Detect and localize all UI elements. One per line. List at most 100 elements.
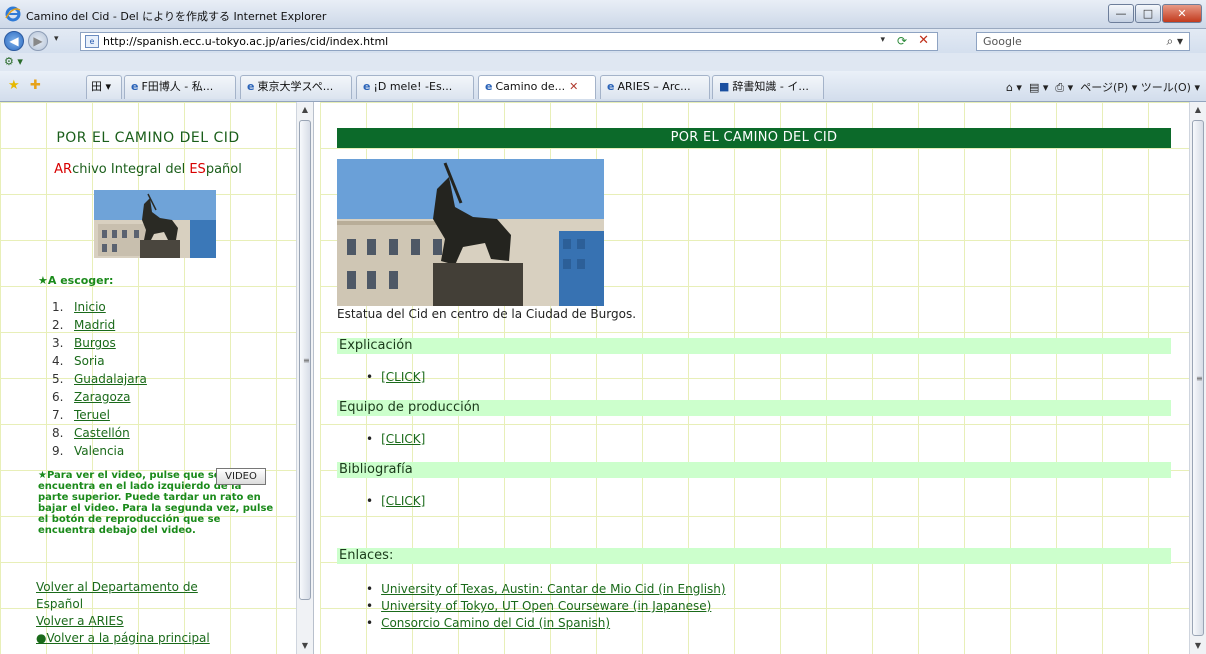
scroll-down-arrow-icon[interactable]: ▼ <box>1190 638 1206 654</box>
address-toolbar: ◀ ▶ ▾ e http://spanish.ecc.u-tokyo.ac.jp… <box>0 29 1206 53</box>
internet-explorer-icon <box>5 6 21 22</box>
link-consorcio[interactable]: Consorcio Camino del Cid (in Spanish) <box>381 616 610 630</box>
video-button[interactable]: VIDEO <box>216 468 266 485</box>
tab-dmele[interactable]: e ¡D mele! -Es... <box>356 75 474 99</box>
home-page-link[interactable]: ●Volver a la página principal <box>36 630 210 647</box>
history-dropdown-icon[interactable]: ▾ <box>54 34 59 44</box>
address-dropdown-icon[interactable]: ▾ <box>880 35 885 45</box>
home-icon[interactable]: ⌂ ▾ <box>1006 81 1022 94</box>
window-title: Camino del Cid - Del によりを作成する Internet E… <box>26 10 327 23</box>
ie-tab-icon: e <box>131 80 139 93</box>
tab-close-icon[interactable]: ✕ <box>569 80 578 93</box>
link-texas[interactable]: University of Texas, Austin: Cantar de M… <box>381 582 726 596</box>
explicacion-click-link[interactable]: [CLICK] <box>381 370 425 384</box>
link-tokyo[interactable]: University of Tokyo, UT Open Courseware … <box>381 599 711 613</box>
page-tools-menu[interactable]: ページ(P) ▾ ツール(O) ▾ <box>1080 81 1200 94</box>
add-favorites-icon[interactable]: ✚ <box>30 78 41 93</box>
back-button[interactable]: ◀ <box>4 31 24 51</box>
dept-link[interactable]: Volver al Departamento de <box>36 579 210 596</box>
equipo-click-link[interactable]: [CLICK] <box>381 432 425 446</box>
scroll-grip-icon: ≡ <box>303 356 310 365</box>
scroll-up-arrow-icon[interactable]: ▲ <box>297 102 313 118</box>
tab-label: 東京大学スペ... <box>257 80 334 93</box>
menu-number: 3. <box>52 336 64 350</box>
menu-number: 7. <box>52 408 64 422</box>
command-bar[interactable]: ⌂ ▾ ▤ ▾ ⎙ ▾ ページ(P) ▾ ツール(O) ▾ <box>1006 79 1200 95</box>
menu-link-burgos[interactable]: Burgos <box>74 336 116 350</box>
address-bar[interactable]: e http://spanish.ecc.u-tokyo.ac.jp/aries… <box>80 32 938 51</box>
menu-number: 5. <box>52 372 64 386</box>
menu-item-castellon[interactable]: 8. Castellón <box>52 424 147 442</box>
bullet: • <box>366 494 374 508</box>
tab-label: F田博人 - 私... <box>141 80 214 93</box>
right-frame-scrollbar[interactable]: ▲ ≡ ▼ <box>1189 102 1206 654</box>
toolbar-extras-icon[interactable]: ⚙ ▾ <box>4 55 23 68</box>
menu-link-zaragoza[interactable]: Zaragoza <box>74 390 130 404</box>
tab-camino[interactable]: e Camino de... ✕ <box>478 75 596 99</box>
url-text[interactable]: http://spanish.ecc.u-tokyo.ac.jp/aries/c… <box>103 35 388 48</box>
menu-item-inicio[interactable]: 1. Inicio <box>52 298 147 316</box>
minimize-button[interactable]: — <box>1108 4 1134 23</box>
choose-label: ★A escoger: <box>38 274 114 287</box>
menu-item-teruel[interactable]: 7. Teruel <box>52 406 147 424</box>
menu-number: 1. <box>52 300 64 314</box>
search-input[interactable]: Google <box>983 35 1022 48</box>
tab-aries[interactable]: e ARIES – Arc... <box>600 75 710 99</box>
bibliografia-item: • [CLICK] <box>366 494 425 508</box>
scroll-thumb[interactable]: ≡ <box>1192 120 1204 636</box>
forward-button[interactable]: ▶ <box>28 31 48 51</box>
menu-item-soria: 4. Soria <box>52 352 147 370</box>
section-enlaces: Enlaces: <box>337 548 1171 564</box>
print-icon[interactable]: ⎙ ▾ <box>1055 81 1073 94</box>
scroll-thumb[interactable]: ≡ <box>299 120 311 600</box>
menu-number: 9. <box>52 444 64 458</box>
quick-tabs-button[interactable]: 田 ▾ <box>86 75 122 99</box>
close-button[interactable]: ✕ <box>1162 4 1202 23</box>
tab-fuda[interactable]: e F田博人 - 私... <box>124 75 236 99</box>
left-frame: POR EL CAMINO DEL CID ARchivo Integral d… <box>0 102 314 654</box>
tab-bar: ★ ✚ 田 ▾ e F田博人 - 私... e 東京大学スペ... e ¡D mele… <box>0 71 1206 102</box>
refresh-icon[interactable]: ⟳ <box>897 34 907 48</box>
cid-statue-thumbnail <box>94 190 216 258</box>
city-menu: 1. Inicio 2. Madrid 3. Burgos 4. Soria 5. Gua… <box>52 298 147 460</box>
stop-icon[interactable]: ✕ <box>918 33 929 48</box>
section-bibliografia: Bibliografía <box>337 462 1171 478</box>
menu-item-madrid[interactable]: 2. Madrid <box>52 316 147 334</box>
menu-item-burgos[interactable]: 3. Burgos <box>52 334 147 352</box>
bullet: • <box>366 599 374 613</box>
scroll-down-arrow-icon[interactable]: ▼ <box>297 638 313 654</box>
subtitle-part: AR <box>54 162 73 177</box>
photo-caption: Estatua del Cid en centro de la Ciudad d… <box>337 307 637 321</box>
menu-link-teruel[interactable]: Teruel <box>74 408 110 422</box>
tab-dictionary[interactable]: ■ 辞書知識 - イ... <box>712 75 824 99</box>
equipo-item: • [CLICK] <box>366 432 425 446</box>
bibliografia-click-link[interactable]: [CLICK] <box>381 494 425 508</box>
page-icon: e <box>85 35 99 48</box>
left-frame-scrollbar[interactable]: ▲ ≡ ▼ <box>296 102 313 654</box>
menu-link-madrid[interactable]: Madrid <box>74 318 115 332</box>
menu-link-guadalajara[interactable]: Guadalajara <box>74 372 147 386</box>
aries-link[interactable]: Volver a ARIES <box>36 613 210 630</box>
menu-text-valencia: Valencia <box>74 444 125 458</box>
scroll-grip-icon: ≡ <box>1196 374 1203 383</box>
maximize-button[interactable]: □ <box>1135 4 1161 23</box>
page-banner: POR EL CAMINO DEL CID <box>337 128 1171 148</box>
menu-link-castellon[interactable]: Castellón <box>74 426 130 440</box>
search-box[interactable]: Google ⌕ ▾ <box>976 32 1190 51</box>
search-icon[interactable]: ⌕ ▾ <box>1166 34 1183 49</box>
menu-item-zaragoza[interactable]: 6. Zaragoza <box>52 388 147 406</box>
scroll-up-arrow-icon[interactable]: ▲ <box>1190 102 1206 118</box>
tab-label: Camino de... <box>495 80 566 93</box>
feeds-icon[interactable]: ▤ ▾ <box>1029 81 1048 94</box>
bullet: • <box>366 616 374 630</box>
favorites-star-icon[interactable]: ★ <box>8 78 20 93</box>
tab-label: ARIES – Arc... <box>617 80 691 93</box>
menu-link-inicio[interactable]: Inicio <box>74 300 106 314</box>
window-title-bar: Camino del Cid - Del によりを作成する Internet E… <box>0 0 1206 29</box>
tab-todai[interactable]: e 東京大学スペ... <box>240 75 352 99</box>
archive-subtitle: ARchivo Integral del ESpañol <box>0 162 296 177</box>
menu-item-guadalajara[interactable]: 5. Guadalajara <box>52 370 147 388</box>
ie-tab-icon: e <box>247 80 255 93</box>
menu-number: 6. <box>52 390 64 404</box>
list-item: • Consorcio Camino del Cid (in Spanish) <box>366 615 726 632</box>
